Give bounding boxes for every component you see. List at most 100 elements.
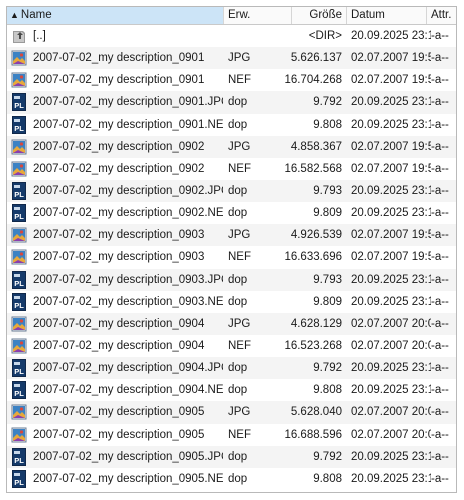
file-row[interactable]: 2007-07-02_my description_0904 NEF 16.52… [7, 335, 456, 357]
file-row[interactable]: 2007-07-02_my description_0903 NEF 16.63… [7, 246, 456, 268]
file-row[interactable]: PL 2007-07-02_my description_0902.JPG do… [7, 179, 456, 203]
file-row[interactable]: PL 2007-07-02_my description_0903.JPG do… [7, 268, 456, 291]
file-name: 2007-07-02_my description_0901 [33, 74, 205, 87]
file-size: 16.582.568 [284, 162, 342, 175]
file-date: 02.07.2007 20:00 [351, 317, 431, 330]
svg-text:PL: PL [14, 478, 24, 487]
file-attributes: -a-- [431, 339, 449, 352]
file-row[interactable]: 2007-07-02_my description_0903 JPG 4.926… [7, 224, 456, 247]
file-attributes: -a-- [431, 184, 449, 197]
file-size: 16.633.696 [284, 251, 342, 264]
file-size: 9.808 [313, 472, 342, 485]
file-row[interactable]: PL 2007-07-02_my description_0905.NEF do… [7, 468, 456, 490]
file-date: 02.07.2007 19:59 [351, 229, 431, 242]
file-attributes: -a-- [431, 30, 449, 42]
file-list-panel: ▲ Name Erw. Größe Datum Attr. [..] <DIR> … [6, 6, 457, 493]
file-size: 4.628.129 [290, 317, 342, 330]
file-date: 02.07.2007 20:00 [351, 428, 431, 441]
file-icon-cell [10, 224, 30, 246]
column-header-ext[interactable]: Erw. [224, 7, 292, 24]
svg-text:PL: PL [14, 389, 24, 398]
file-attributes: -a-- [431, 273, 449, 286]
file-attributes: -a-- [431, 428, 449, 441]
file-icon-cell [10, 401, 30, 423]
file-icon-cell: PL [10, 180, 30, 202]
file-size: 9.792 [313, 96, 342, 109]
file-icon-cell [10, 424, 30, 446]
file-row[interactable]: PL 2007-07-02_my description_0903.NEF do… [7, 291, 456, 313]
file-date: 02.07.2007 19:59 [351, 162, 431, 175]
file-attributes: -a-- [431, 450, 449, 463]
svg-text:PL: PL [14, 456, 24, 465]
file-row[interactable]: 2007-07-02_my description_0905 NEF 16.68… [7, 424, 456, 446]
file-row[interactable]: PL 2007-07-02_my description_0904.NEF do… [7, 379, 456, 401]
file-row[interactable]: 2007-07-02_my description_0902 NEF 16.58… [7, 158, 456, 180]
file-size: 9.792 [313, 362, 342, 375]
file-icon-cell [10, 335, 30, 357]
file-date: 20.09.2025 23:13 [351, 295, 431, 308]
file-size: 9.808 [313, 118, 342, 131]
file-row[interactable]: PL 2007-07-02_my description_0901.JPG do… [7, 91, 456, 114]
file-list: [..] <DIR> 20.09.2025 23:13 -a-- 2007-07… [7, 25, 456, 490]
file-size: 9.809 [313, 207, 342, 220]
file-attributes: -a-- [431, 362, 449, 375]
file-row[interactable]: 2007-07-02_my description_0901 JPG 5.626… [7, 47, 456, 70]
file-size: 16.688.596 [284, 428, 342, 441]
file-size: 4.858.367 [290, 140, 342, 153]
file-row[interactable]: 2007-07-02_my description_0905 JPG 5.628… [7, 401, 456, 424]
sort-ascending-icon: ▲ [10, 10, 19, 20]
column-header-size[interactable]: Größe [292, 7, 347, 24]
file-date: 20.09.2025 23:13 [351, 273, 431, 286]
file-icon-cell: PL [10, 468, 30, 490]
file-row[interactable]: PL 2007-07-02_my description_0905.JPG do… [7, 445, 456, 468]
svg-text:PL: PL [14, 190, 24, 199]
svg-text:PL: PL [14, 301, 24, 310]
file-attributes: -a-- [431, 229, 449, 242]
file-name: 2007-07-02_my description_0905.NEF [33, 472, 223, 485]
file-name: 2007-07-02_my description_0903.JPG [33, 273, 223, 286]
column-header-attr[interactable]: Attr. [427, 7, 456, 24]
file-attributes: -a-- [431, 295, 449, 308]
svg-text:PL: PL [14, 279, 24, 288]
file-attributes: -a-- [431, 406, 449, 419]
file-name: 2007-07-02_my description_0903 [33, 229, 205, 242]
file-attributes: -a-- [431, 118, 449, 131]
file-attributes: -a-- [431, 52, 449, 65]
file-icon-cell [10, 47, 30, 69]
file-icon-cell: PL [10, 357, 30, 379]
file-name: 2007-07-02_my description_0905.JPG [33, 450, 223, 463]
file-date: 02.07.2007 20:00 [351, 406, 431, 419]
file-size: 16.704.268 [284, 74, 342, 87]
file-row[interactable]: 2007-07-02_my description_0904 JPG 4.628… [7, 312, 456, 335]
file-icon-cell: PL [10, 291, 30, 313]
file-icon-cell [10, 25, 30, 47]
file-attributes: -a-- [431, 96, 449, 109]
file-row[interactable]: 2007-07-02_my description_0901 NEF 16.70… [7, 69, 456, 91]
file-date: 02.07.2007 19:58 [351, 74, 431, 87]
file-row[interactable]: PL 2007-07-02_my description_0904.JPG do… [7, 357, 456, 380]
file-row[interactable]: PL 2007-07-02_my description_0901.NEF do… [7, 114, 456, 136]
file-size: 9.793 [313, 184, 342, 197]
file-name: 2007-07-02_my description_0902.NEF [33, 207, 223, 220]
file-date: 02.07.2007 20:00 [351, 339, 431, 352]
file-row[interactable]: PL 2007-07-02_my description_0902.NEF do… [7, 202, 456, 224]
file-row[interactable]: 2007-07-02_my description_0902 JPG 4.858… [7, 135, 456, 158]
file-date: 20.09.2025 23:13 [351, 207, 431, 220]
file-size: 9.793 [313, 273, 342, 286]
svg-text:PL: PL [14, 101, 24, 110]
file-name: 2007-07-02_my description_0901 [33, 52, 205, 65]
file-row[interactable]: [..] <DIR> 20.09.2025 23:13 -a-- [7, 25, 456, 47]
file-icon-cell: PL [10, 379, 30, 401]
file-attributes: -a-- [431, 384, 449, 397]
file-date: 02.07.2007 19:58 [351, 52, 431, 65]
file-icon-cell [10, 136, 30, 158]
file-name: 2007-07-02_my description_0902 [33, 140, 205, 153]
file-date: 02.07.2007 19:59 [351, 140, 431, 153]
file-attributes: -a-- [431, 207, 449, 220]
file-size: 16.523.268 [284, 339, 342, 352]
svg-text:PL: PL [14, 124, 24, 133]
column-header-date[interactable]: Datum [347, 7, 427, 24]
file-name: 2007-07-02_my description_0902.JPG [33, 184, 223, 197]
column-header-name[interactable]: ▲ Name [7, 7, 224, 24]
file-date: 20.09.2025 23:13 [351, 384, 431, 397]
